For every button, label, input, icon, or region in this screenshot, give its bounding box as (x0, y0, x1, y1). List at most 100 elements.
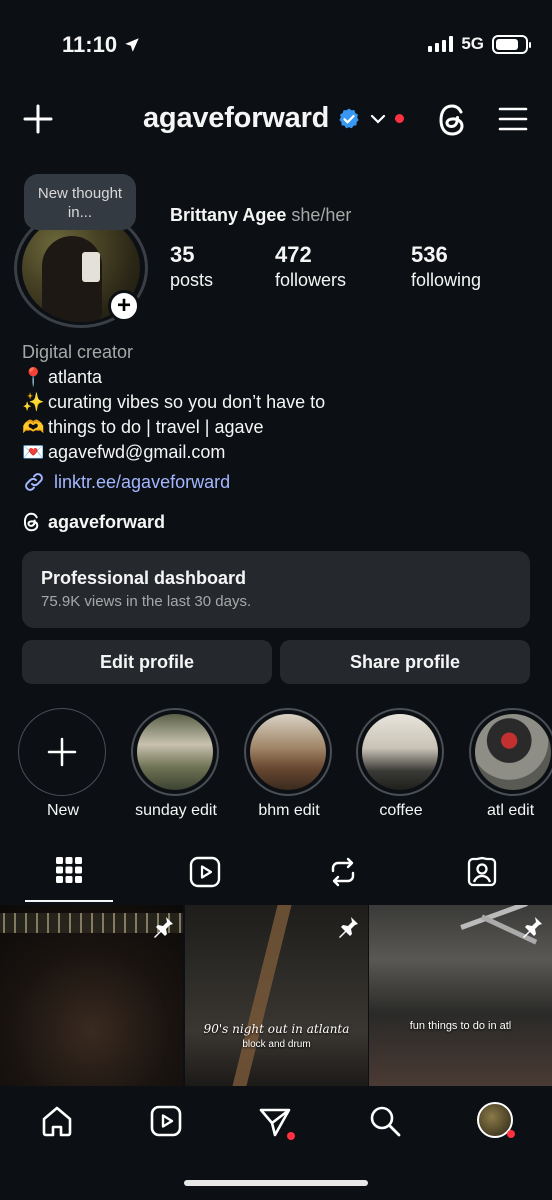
professional-dashboard[interactable]: Professional dashboard 75.9K views in th… (22, 551, 530, 628)
heart-hands-icon: 🫶 (22, 417, 45, 438)
pronouns: she/her (291, 205, 352, 225)
location-arrow-icon (125, 38, 139, 52)
nav-reels[interactable] (149, 1104, 183, 1138)
stat-posts[interactable]: 35 posts (170, 242, 213, 291)
sparkles-icon: ✨ (22, 392, 45, 413)
verified-badge-icon (339, 108, 359, 128)
highlight-thumbnail (250, 714, 326, 790)
post-caption: 90's night out in atlanta (203, 1022, 350, 1036)
stat-label: followers (275, 270, 347, 290)
pin-icon (154, 917, 173, 938)
home-icon (42, 1106, 72, 1137)
nav-home[interactable] (40, 1104, 74, 1138)
highlight-new[interactable]: New (18, 708, 108, 820)
bio-text: agavefwd@gmail.com (48, 442, 226, 462)
love-letter-icon: 💌 (22, 442, 45, 463)
stat-followers[interactable]: 472 followers (275, 242, 346, 291)
tab-grid[interactable] (39, 856, 99, 892)
thought-bubble-text: New thought in... (37, 185, 123, 221)
notification-dot (395, 114, 405, 123)
nav-messages[interactable] (258, 1104, 295, 1140)
bio-link[interactable]: linktr.ee/agaveforward (22, 470, 230, 494)
network-label: 5G (461, 34, 484, 53)
highlight-coffee[interactable]: coffee (356, 708, 446, 820)
tab-tagged[interactable] (452, 856, 512, 892)
edit-profile-label: Edit profile (100, 651, 194, 672)
highlight-thumbnail (475, 714, 551, 790)
threads-profile-link[interactable]: agaveforward (22, 511, 165, 533)
highlight-thumbnail (362, 714, 438, 790)
display-name: Brittany Agee (170, 205, 287, 225)
bio-line: 📍 atlanta (22, 365, 325, 390)
active-tab-indicator (25, 900, 113, 902)
link-icon (25, 473, 43, 491)
status-indicators: 5G (428, 34, 531, 54)
bio-line: ✨ curating vibes so you don’t have to (22, 390, 325, 415)
stat-label: following (411, 270, 482, 290)
reels-icon (150, 1105, 182, 1137)
post-thumbnail[interactable]: fun things to do in atl (369, 905, 552, 1086)
stat-value: 35 (170, 242, 195, 267)
grid-icon (56, 857, 82, 883)
chevron-down-icon (371, 114, 386, 124)
stat-value: 536 (411, 242, 448, 267)
search-icon (370, 1106, 401, 1137)
status-time-text: 11:10 (62, 32, 118, 57)
bio-link-text: linktr.ee/agaveforward (54, 471, 231, 492)
stat-label: posts (170, 270, 214, 290)
profile-category: Digital creator (22, 342, 134, 362)
create-button[interactable] (22, 103, 54, 135)
bio-text: things to do | travel | agave (48, 417, 264, 437)
name-line: Brittany Agee she/her (170, 205, 351, 226)
dashboard-subtitle: 75.9K views in the last 30 days. (41, 593, 252, 610)
threads-small-icon (23, 512, 39, 532)
reels-icon (189, 856, 221, 888)
highlight-label: coffee (379, 802, 423, 819)
nav-profile[interactable] (477, 1102, 515, 1138)
highlight-sunday-edit[interactable]: sunday edit (131, 708, 221, 820)
add-story-button[interactable]: + (108, 290, 140, 322)
account-switcher[interactable]: agaveforward (143, 102, 405, 135)
home-indicator (184, 1180, 368, 1186)
thought-bubble[interactable]: New thought in... (24, 174, 136, 230)
highlight-thumbnail (137, 714, 213, 790)
menu-button[interactable] (498, 106, 528, 132)
share-profile-button[interactable]: Share profile (280, 640, 530, 684)
signal-icon (428, 36, 454, 52)
stat-value: 472 (275, 242, 312, 267)
threads-button[interactable] (436, 102, 470, 138)
post-thumbnail[interactable] (0, 905, 183, 1086)
edit-profile-button[interactable]: Edit profile (22, 640, 272, 684)
repost-icon (331, 857, 355, 887)
nav-search[interactable] (368, 1104, 402, 1138)
header-username: agaveforward (143, 102, 330, 134)
bio-line: 💌 agavefwd@gmail.com (22, 440, 325, 465)
dashboard-title: Professional dashboard (41, 568, 247, 588)
pin-icon: 📍 (22, 367, 45, 388)
avatar-phone-shape (82, 252, 100, 282)
post-caption: fun things to do in atl (409, 1020, 512, 1032)
highlight-label: bhm edit (258, 802, 320, 819)
highlight-label: New (46, 802, 79, 819)
highlight-atl-edit[interactable]: atl edit (469, 708, 552, 820)
pin-icon (339, 917, 358, 938)
bio: Digital creator 📍 atlanta ✨ curating vibes… (22, 340, 325, 465)
bio-text: atlanta (48, 367, 103, 387)
messages-notification-dot (287, 1132, 295, 1140)
battery-icon (492, 34, 531, 54)
status-time: 11:10 (62, 32, 141, 58)
plus-icon (23, 104, 53, 134)
bio-line: 🫶 things to do | travel | agave (22, 415, 325, 440)
highlight-bhm-edit[interactable]: bhm edit (244, 708, 334, 820)
post-thumbnail[interactable]: 90's night out in atlanta block and drum (185, 905, 368, 1086)
highlight-label: sunday edit (135, 802, 217, 819)
plus-icon (47, 737, 77, 767)
stat-following[interactable]: 536 following (411, 242, 481, 291)
tab-reposts[interactable] (313, 856, 373, 892)
tab-reels[interactable] (175, 856, 235, 892)
tagged-person-icon (467, 856, 497, 887)
threads-handle: agaveforward (48, 511, 166, 532)
threads-icon (439, 104, 464, 136)
share-profile-label: Share profile (349, 651, 461, 672)
profile-notification-dot (507, 1130, 515, 1138)
